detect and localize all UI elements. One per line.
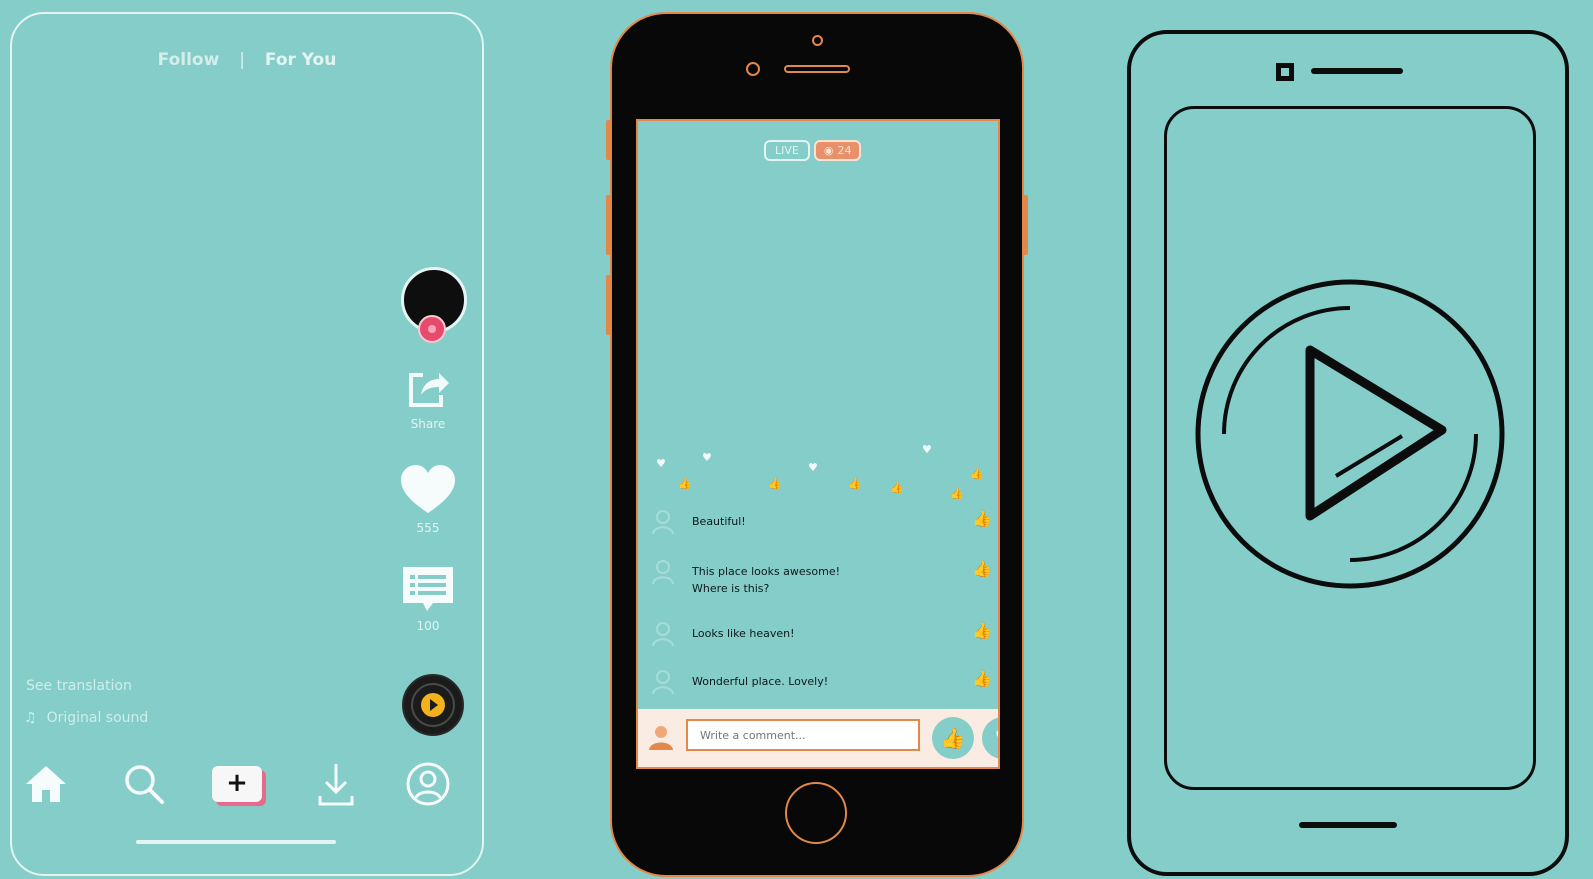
comment-text: Beautiful! — [692, 515, 746, 528]
commenter-avatar-icon — [652, 510, 674, 535]
comments-count: 100 — [416, 619, 440, 633]
tab-separator: | — [239, 50, 245, 70]
camera-icon — [1276, 63, 1294, 81]
comment-like-icon[interactable]: 👍 — [972, 669, 992, 688]
commenter-avatar-icon — [652, 670, 674, 695]
share-label: Share — [410, 417, 446, 431]
commenter-avatar-icon — [652, 560, 674, 585]
comment-input[interactable] — [686, 719, 920, 751]
comment-icon — [403, 567, 453, 611]
floating-like-icon: 👍 — [678, 477, 692, 490]
home-icon — [26, 766, 66, 802]
nav-create-button[interactable] — [208, 760, 264, 808]
heart-icon — [401, 465, 455, 513]
floating-like-icon: 👍 — [848, 477, 862, 490]
floating-like-icon: 👍 — [890, 481, 904, 494]
floating-like-icon: 👍 — [950, 487, 964, 500]
likes-count: 555 — [416, 521, 440, 535]
send-like-button[interactable]: 👍 — [932, 717, 974, 759]
comment-like-icon[interactable]: 👍 — [972, 621, 992, 640]
power-button — [1023, 195, 1028, 255]
comment-like-icon[interactable]: 👍 — [972, 559, 992, 578]
home-indicator — [136, 840, 336, 844]
floating-heart-icon: ♥ — [922, 443, 932, 456]
like-button[interactable]: 555 — [398, 465, 458, 535]
comment-text: Wonderful place. Lovely! — [692, 675, 829, 688]
see-translation-link[interactable]: See translation — [26, 678, 132, 694]
nav-home-button[interactable] — [22, 760, 70, 808]
search-icon — [125, 765, 164, 804]
front-camera-icon — [812, 35, 823, 46]
comment-bar: 👍 ♥ — [638, 709, 998, 767]
nav-search-button[interactable] — [120, 760, 168, 808]
original-sound-link[interactable]: ♫ Original sound — [24, 710, 148, 726]
follow-plus-icon[interactable] — [418, 315, 446, 343]
comment-item: Beautiful! 👍 — [652, 509, 992, 539]
tab-follow[interactable]: Follow — [158, 50, 220, 70]
feed-phone-frame — [10, 12, 484, 876]
home-button[interactable] — [785, 782, 847, 844]
comment-text: This place looks awesome! Where is this? — [692, 565, 841, 595]
play-icon — [421, 693, 445, 717]
share-button[interactable]: Share — [398, 365, 458, 431]
live-badge: LIVE — [764, 140, 810, 161]
speaker-grille — [1311, 68, 1403, 74]
sensor-icon — [746, 62, 760, 76]
floating-heart-icon: ♥ — [656, 457, 666, 470]
download-icon — [318, 764, 354, 806]
nav-profile-button[interactable] — [404, 760, 452, 808]
feed-tabs: Follow | For You — [10, 50, 484, 70]
music-note-icon: ♫ — [24, 710, 37, 726]
home-indicator-bar — [1299, 822, 1397, 828]
comment-item: Looks like heaven! 👍 — [652, 621, 992, 651]
create-icon — [212, 766, 262, 802]
bottom-nav — [22, 760, 454, 812]
live-badges: LIVE ◉ 24 — [764, 139, 862, 161]
floating-like-icon: 👍 — [970, 467, 984, 480]
commenter-avatar-icon — [652, 622, 674, 647]
nav-download-button[interactable] — [312, 760, 360, 808]
original-sound-label: Original sound — [46, 710, 149, 726]
comment-item: This place looks awesome! Where is this?… — [652, 559, 992, 603]
volume-button — [606, 275, 611, 335]
comment-text: Looks like heaven! — [692, 627, 795, 640]
send-heart-button[interactable]: ♥ — [982, 717, 998, 759]
volume-button — [606, 195, 611, 255]
floating-heart-icon: ♥ — [808, 461, 818, 474]
viewer-count: 24 — [837, 144, 852, 157]
share-icon — [409, 373, 449, 407]
floating-like-icon: 👍 — [768, 477, 782, 490]
earpiece-speaker — [784, 65, 850, 73]
volume-button — [606, 120, 611, 160]
tab-for-you[interactable]: For You — [265, 50, 336, 70]
music-disc-button[interactable] — [402, 674, 464, 736]
comment-like-icon[interactable]: 👍 — [972, 509, 992, 528]
comment-item: Wonderful place. Lovely! 👍 — [652, 669, 992, 699]
eye-icon: ◉ — [823, 144, 834, 157]
play-icon[interactable] — [1188, 272, 1512, 596]
floating-heart-icon: ♥ — [702, 451, 712, 464]
user-avatar-icon — [649, 726, 673, 750]
profile-icon — [406, 762, 450, 806]
viewer-count-badge: ◉ 24 — [813, 140, 862, 161]
live-screen: LIVE ◉ 24 ♥ ♥ ♥ ♥ 👍 👍 👍 👍 👍 👍 Beautiful! 👍… — [636, 119, 1000, 769]
comments-button[interactable]: 100 — [398, 565, 458, 633]
